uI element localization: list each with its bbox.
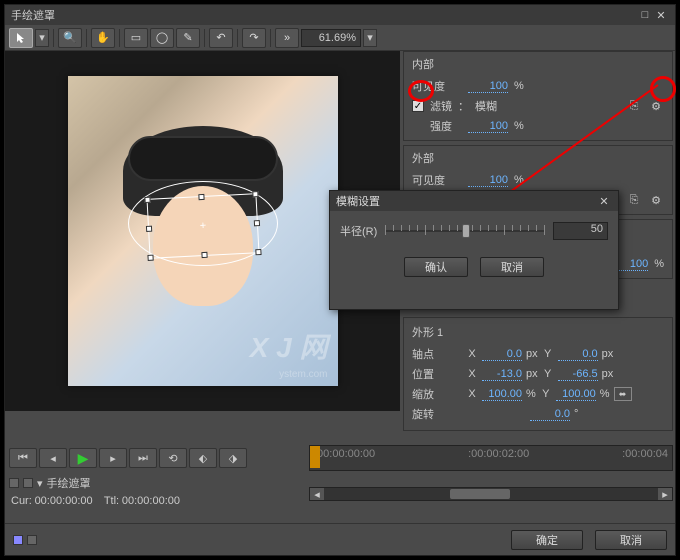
footer-swatch-2[interactable]	[27, 535, 37, 545]
next-key-icon[interactable]: ⬗	[219, 448, 247, 468]
blur-settings-dialog: 模糊设置 ✕ 半径(R) 50	[329, 190, 619, 310]
restore-button[interactable]: □	[637, 8, 653, 22]
inner-filter-value[interactable]: 模糊	[475, 98, 497, 114]
timeline-ruler[interactable]: :00:00:00:00 :00:00:02:00 :00:00:04	[309, 445, 673, 471]
watermark-text: X J 网	[250, 326, 328, 366]
ttl-label: Ttl:	[104, 495, 119, 507]
scroll-thumb[interactable]	[450, 489, 510, 499]
axis-y-value[interactable]: 0.0	[558, 348, 598, 361]
dialog-title: 模糊设置	[336, 193, 596, 209]
timeline-scrollbar[interactable]: ◂ ▸	[309, 487, 673, 501]
outer-visibility-value[interactable]: 100	[468, 174, 508, 187]
side-strength-unit: %	[654, 258, 664, 270]
play-icon[interactable]: ▶	[69, 448, 97, 468]
step-back-icon[interactable]: ◂	[39, 448, 67, 468]
inner-section: 内部 可见度 100 % ✓ 滤镜 ： 模糊 ⎘ ⚙ 强度 100 %	[403, 51, 673, 141]
inner-visibility-label: 可见度	[412, 78, 462, 94]
zoom-input[interactable]: 61.69%	[301, 29, 361, 47]
inner-export-icon[interactable]: ⎘	[626, 99, 642, 113]
pos-y-value[interactable]: -66.5	[558, 368, 598, 381]
scroll-left-icon[interactable]: ◂	[310, 488, 324, 500]
inner-visibility-unit: %	[514, 80, 524, 92]
pos-label: 位置	[412, 366, 462, 382]
mask-center-icon: +	[199, 220, 206, 232]
cancel-button[interactable]: 取消	[595, 530, 667, 550]
scale-y-value[interactable]: 100.00	[556, 388, 596, 401]
ttl-value: 00:00:00:00	[122, 495, 180, 507]
goto-start-icon[interactable]: ⏮	[9, 448, 37, 468]
rot-value[interactable]: 0.0	[530, 408, 570, 421]
playhead[interactable]	[310, 446, 320, 468]
footer: 确定 取消	[5, 523, 675, 555]
track-toggle-1[interactable]	[9, 478, 19, 488]
radius-slider[interactable]	[385, 221, 545, 241]
watermark-sub: ystem.com	[279, 369, 327, 380]
dialog-cancel-button[interactable]: 取消	[480, 257, 544, 277]
redo-icon[interactable]: ↷	[242, 28, 266, 48]
outer-settings-icon[interactable]: ⚙	[648, 193, 664, 207]
inner-strength-unit: %	[514, 120, 524, 132]
prev-key-icon[interactable]: ⬖	[189, 448, 217, 468]
shape-title: 外形 1	[412, 324, 664, 340]
more-tool-icon[interactable]: »	[275, 28, 299, 48]
mask-rect-outline[interactable]: +	[146, 193, 259, 259]
window-title: 手绘遮罩	[11, 7, 637, 23]
status-row: Cur: 00:00:00:00 Ttl: 00:00:00:00	[11, 495, 180, 507]
dialog-titlebar[interactable]: 模糊设置 ✕	[330, 191, 618, 211]
radius-label: 半径(R)	[340, 223, 377, 239]
radius-input[interactable]: 50	[553, 222, 608, 240]
outer-visibility-unit: %	[514, 174, 524, 186]
toolbar: ▾ 🔍 ✋ ▭ ◯ ✎ ↶ ↷ » 61.69% ▾	[5, 25, 675, 51]
shape-section: 外形 1 轴点 X 0.0 px Y 0.0 px 位置 X -13.0 px …	[403, 317, 673, 431]
pointer-dropdown-icon[interactable]: ▾	[35, 29, 49, 47]
inner-filter-sep: ：	[458, 98, 469, 114]
close-button[interactable]: ✕	[653, 8, 669, 22]
pos-x-value[interactable]: -13.0	[482, 368, 522, 381]
inner-settings-icon[interactable]: ⚙	[648, 99, 664, 113]
dialog-close-icon[interactable]: ✕	[596, 194, 612, 208]
radius-slider-thumb[interactable]	[462, 224, 470, 238]
undo-icon[interactable]: ↶	[209, 28, 233, 48]
scroll-right-icon[interactable]: ▸	[658, 488, 672, 500]
outer-title: 外部	[412, 150, 664, 166]
zoom-tool-icon[interactable]: 🔍	[58, 28, 82, 48]
rot-label: 旋转	[412, 406, 462, 422]
ellipse-tool-icon[interactable]: ◯	[150, 28, 174, 48]
axis-x-value[interactable]: 0.0	[482, 348, 522, 361]
goto-end-icon[interactable]: ⏭	[129, 448, 157, 468]
inner-title: 内部	[412, 56, 664, 72]
titlebar: 手绘遮罩 □ ✕	[5, 5, 675, 25]
track-toggle-2[interactable]	[23, 478, 33, 488]
scale-x-value[interactable]: 100.00	[482, 388, 522, 401]
inner-strength-value[interactable]: 100	[468, 120, 508, 133]
inner-filter-checkbox[interactable]: ✓	[412, 100, 424, 112]
hand-tool-icon[interactable]: ✋	[91, 28, 115, 48]
cur-label: Cur:	[11, 495, 32, 507]
footer-swatch-1[interactable]	[13, 535, 23, 545]
outer-export-icon[interactable]: ⎘	[626, 193, 642, 207]
image-canvas[interactable]: + X J 网 ystem.com	[68, 76, 338, 386]
time-mark-0: :00:00:00:00	[314, 448, 375, 460]
scale-label: 缩放	[412, 386, 462, 402]
link-scale-icon[interactable]: ⬌	[614, 387, 632, 401]
step-forward-icon[interactable]: ▸	[99, 448, 127, 468]
ok-button[interactable]: 确定	[511, 530, 583, 550]
pointer-tool-icon[interactable]	[9, 28, 33, 48]
track-label: 手绘遮罩	[47, 475, 91, 491]
rect-tool-icon[interactable]: ▭	[124, 28, 148, 48]
axis-label: 轴点	[412, 346, 462, 362]
inner-filter-label: 滤镜	[430, 98, 452, 114]
cur-value: 00:00:00:00	[35, 495, 93, 507]
inner-visibility-value[interactable]: 100	[468, 80, 508, 93]
dialog-ok-button[interactable]: 确认	[404, 257, 468, 277]
zoom-dropdown-icon[interactable]: ▾	[363, 29, 377, 47]
pen-tool-icon[interactable]: ✎	[176, 28, 200, 48]
inner-strength-label: 强度	[412, 118, 462, 134]
loop-icon[interactable]: ⟲	[159, 448, 187, 468]
outer-visibility-label: 可见度	[412, 172, 462, 188]
time-mark-1: :00:00:02:00	[468, 448, 529, 460]
time-mark-2: :00:00:04	[622, 448, 668, 460]
